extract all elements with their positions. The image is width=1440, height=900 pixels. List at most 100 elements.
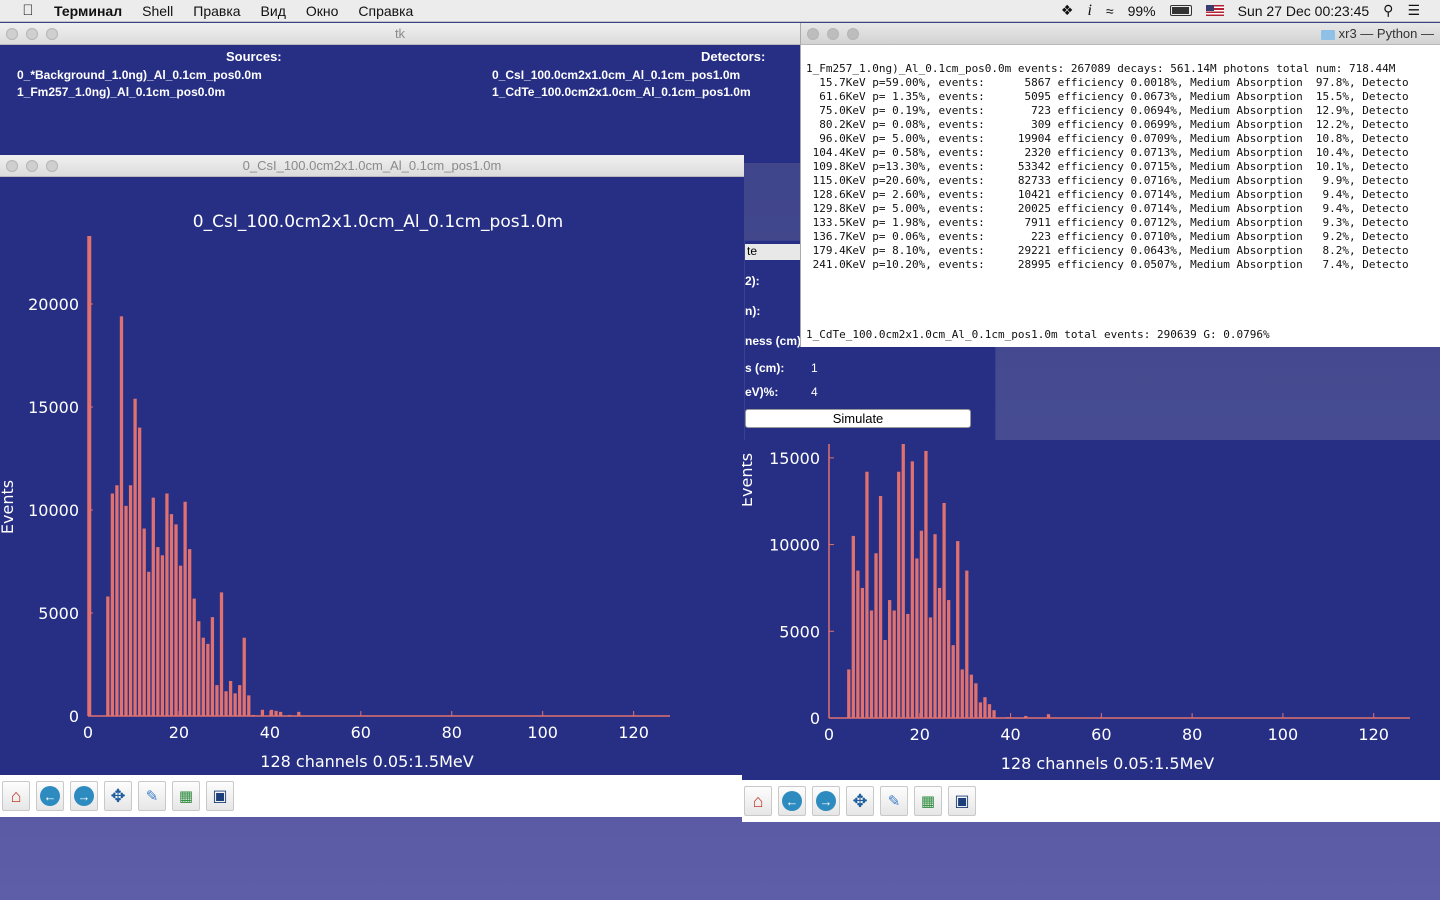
x-tick-label: 40 (1000, 725, 1020, 744)
y-tick-label: 15000 (28, 398, 79, 417)
histogram-bar (919, 530, 924, 718)
histogram-bar (238, 685, 242, 716)
x-tick-label: 60 (351, 723, 371, 742)
zoom-button[interactable] (46, 160, 58, 172)
terminal-title: xr3 — Python — (801, 26, 1440, 41)
histogram-bar (892, 610, 896, 718)
pan-button[interactable]: ✥ (104, 781, 132, 811)
plot1-titlebar[interactable]: 0_CsI_100.0cm2x1.0cm_Al_0.1cm_pos1.0m (0, 155, 744, 177)
menu-view[interactable]: Вид (261, 3, 286, 19)
back-button[interactable]: ← (778, 786, 806, 816)
histogram-chart-cdte[interactable]: 0 20 40 60 80 100 120 0 5000 10000 15000 128 channe… (742, 440, 1440, 780)
terminal-output[interactable]: 1_Fm257_1.0ng)_Al_0.1cm_pos0.0m events: … (806, 62, 1409, 272)
wifi-icon[interactable]: ≈ (1106, 3, 1114, 19)
histogram-bar (901, 444, 905, 718)
x-tick-label: 0 (824, 725, 834, 744)
zoom-rect-button[interactable]: ✎ (880, 786, 908, 816)
forward-icon: → (74, 786, 94, 806)
info-icon[interactable]: i (1087, 2, 1091, 20)
terminal-title-text: xr3 — Python — (1338, 26, 1434, 41)
input-source-flag-icon[interactable] (1205, 5, 1224, 16)
histogram-bar (951, 645, 955, 718)
zoom-icon: ✎ (887, 793, 901, 810)
configure-button[interactable]: ▦ (172, 781, 200, 811)
histogram-chart-csi[interactable]: 0 20 40 60 80 100 120 0 5000 10000 15000 20000 128 c… (0, 177, 744, 777)
histogram-bar (860, 587, 865, 718)
thickness-value[interactable]: 1 (811, 361, 818, 375)
y-tick-label: 10000 (769, 536, 820, 555)
histogram-bar (183, 501, 187, 716)
close-button[interactable] (807, 28, 819, 40)
save-icon: ▣ (212, 788, 228, 805)
histogram-bar (865, 471, 869, 718)
pan-button[interactable]: ✥ (846, 786, 874, 816)
histogram-bar (192, 598, 196, 716)
field-label: n): (745, 304, 761, 318)
minimize-button[interactable] (26, 28, 38, 40)
histogram-bar (147, 571, 151, 716)
terminal-line: 75.0KeV p= 0.19%, events: 723 efficiency… (819, 104, 1409, 117)
histogram-bar (224, 691, 228, 716)
close-button[interactable] (6, 160, 18, 172)
chart-title: 0_CsI_100.0cm2x1.0cm_Al_0.1cm_pos1.0m (193, 212, 563, 232)
configure-button[interactable]: ▦ (914, 786, 942, 816)
close-button[interactable] (6, 28, 18, 40)
back-button[interactable]: ← (36, 781, 64, 811)
notification-center-icon[interactable]: ☰ (1407, 2, 1420, 19)
detector-item[interactable]: 1_CdTe_100.0cm2x1.0cm_Al_0.1cm_pos1.0m (492, 85, 751, 99)
histogram-bar (960, 669, 964, 718)
x-tick-label: 100 (1268, 725, 1299, 744)
spotlight-search-icon[interactable]: ⚲ (1383, 2, 1393, 19)
menu-app[interactable]: Терминал (54, 3, 122, 19)
home-button[interactable]: ⌂ (2, 781, 30, 811)
source-item[interactable]: 1_Fm257_1.0ng)_Al_0.1cm_pos0.0m (17, 85, 225, 99)
histogram-bar (233, 693, 237, 716)
menu-help[interactable]: Справка (358, 3, 413, 19)
menubar-clock[interactable]: Sun 27 Dec 00:23:45 (1238, 3, 1370, 19)
apple-icon[interactable]:  (18, 2, 38, 19)
histogram-bar (978, 702, 983, 718)
histogram-bar (947, 600, 951, 718)
histogram-bar (156, 547, 160, 716)
minimize-button[interactable] (827, 28, 839, 40)
save-icon: ▣ (954, 793, 970, 810)
battery-icon[interactable] (1169, 5, 1192, 16)
tk-titlebar[interactable]: tk (0, 23, 800, 45)
tk-window-title: tk (394, 26, 406, 41)
zoom-button[interactable] (847, 28, 859, 40)
forward-button[interactable]: → (812, 786, 840, 816)
simulate-button[interactable]: Simulate (745, 409, 971, 428)
field-label: s (cm): (745, 361, 785, 375)
zoom-button[interactable] (46, 28, 58, 40)
histogram-bar (869, 610, 874, 718)
folder-icon (1320, 29, 1335, 40)
home-button[interactable]: ⌂ (744, 786, 772, 816)
histogram-bar (219, 592, 224, 716)
save-button[interactable]: ▣ (206, 781, 234, 811)
field-label: eV)%: (745, 385, 779, 399)
histogram-bar (188, 549, 192, 716)
y-axis-label: Events (0, 480, 17, 534)
histogram-bar (274, 710, 278, 716)
histogram-bar (151, 497, 155, 716)
terminal-titlebar[interactable]: xr3 — Python — (801, 23, 1440, 45)
source-item[interactable]: 0_*Background_1.0ng)_Al_0.1cm_pos0.0m (17, 68, 262, 82)
menu-shell[interactable]: Shell (142, 3, 173, 19)
histogram-bar (210, 617, 215, 716)
x-tick-label: 80 (1182, 725, 1202, 744)
battery-percent[interactable]: 99% (1128, 3, 1156, 19)
y-axis-label: Events (742, 453, 756, 507)
menu-edit[interactable]: Правка (193, 3, 240, 19)
terminal-line: 129.8KeV p= 5.00%, events: 20025 efficie… (812, 202, 1409, 215)
dropbox-icon[interactable]: ❖ (1061, 2, 1074, 19)
save-button[interactable]: ▣ (948, 786, 976, 816)
minimize-button[interactable] (26, 160, 38, 172)
resolution-value[interactable]: 4 (811, 385, 818, 399)
menubar:  Терминал Shell Правка Вид Окно Справка… (0, 0, 1440, 22)
detector-item[interactable]: 0_CsI_100.0cm2x1.0cm_Al_0.1cm_pos1.0m (492, 68, 740, 82)
histogram-bar (242, 637, 246, 716)
zoom-rect-button[interactable]: ✎ (138, 781, 166, 811)
menu-window[interactable]: Окно (306, 3, 339, 19)
y-tick-label: 0 (810, 709, 820, 728)
forward-button[interactable]: → (70, 781, 98, 811)
